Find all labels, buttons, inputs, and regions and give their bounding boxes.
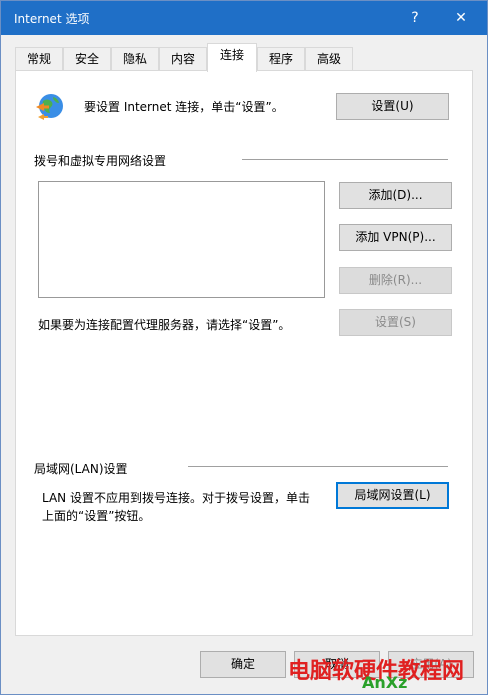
lan-description-line1: LAN 设置不应用到拨号连接。对于拨号设置，单击: [42, 491, 310, 505]
lan-settings-button[interactable]: 局域网设置(L): [336, 482, 449, 509]
site-watermark-sub: AnXz: [362, 673, 408, 692]
close-icon[interactable]: ✕: [449, 7, 473, 29]
title-bar[interactable]: Internet 选项 ? ✕: [1, 1, 487, 35]
lan-heading: 局域网(LAN)设置: [34, 462, 128, 476]
dialup-heading: 拨号和虚拟专用网络设置: [34, 154, 167, 168]
tab-general[interactable]: 常规: [15, 47, 63, 71]
remove-button[interactable]: 删除(R)...: [339, 267, 452, 294]
tab-privacy[interactable]: 隐私: [111, 47, 159, 71]
tab-advanced[interactable]: 高级: [305, 47, 353, 71]
connections-panel: 要设置 Internet 连接，单击“设置”。 设置(U) 拨号和虚拟专用网络设…: [15, 70, 473, 636]
setup-button[interactable]: 设置(U): [336, 93, 449, 120]
dialup-connections-list[interactable]: [38, 181, 325, 298]
add-vpn-button[interactable]: 添加 VPN(P)...: [339, 224, 452, 251]
internet-options-dialog: Internet 选项 ? ✕ 常规 安全 隐私 内容 连接 程序 高级 要设置…: [0, 0, 488, 695]
dialup-separator: [242, 159, 448, 160]
tab-connections[interactable]: 连接: [207, 43, 257, 72]
lan-description-line2: 上面的“设置”按钮。: [42, 509, 151, 523]
window-title: Internet 选项: [14, 12, 90, 26]
proxy-settings-button[interactable]: 设置(S): [339, 309, 452, 336]
internet-globe-icon: [36, 94, 63, 120]
setup-instruction: 要设置 Internet 连接，单击“设置”。: [84, 100, 284, 114]
tab-programs[interactable]: 程序: [257, 47, 305, 71]
proxy-instruction: 如果要为连接配置代理服务器，请选择“设置”。: [38, 318, 291, 332]
help-icon[interactable]: ?: [403, 7, 427, 29]
tab-security[interactable]: 安全: [63, 47, 111, 71]
tab-content[interactable]: 内容: [159, 47, 207, 71]
add-button[interactable]: 添加(D)...: [339, 182, 452, 209]
ok-button[interactable]: 确定: [200, 651, 286, 678]
lan-separator: [188, 466, 448, 467]
